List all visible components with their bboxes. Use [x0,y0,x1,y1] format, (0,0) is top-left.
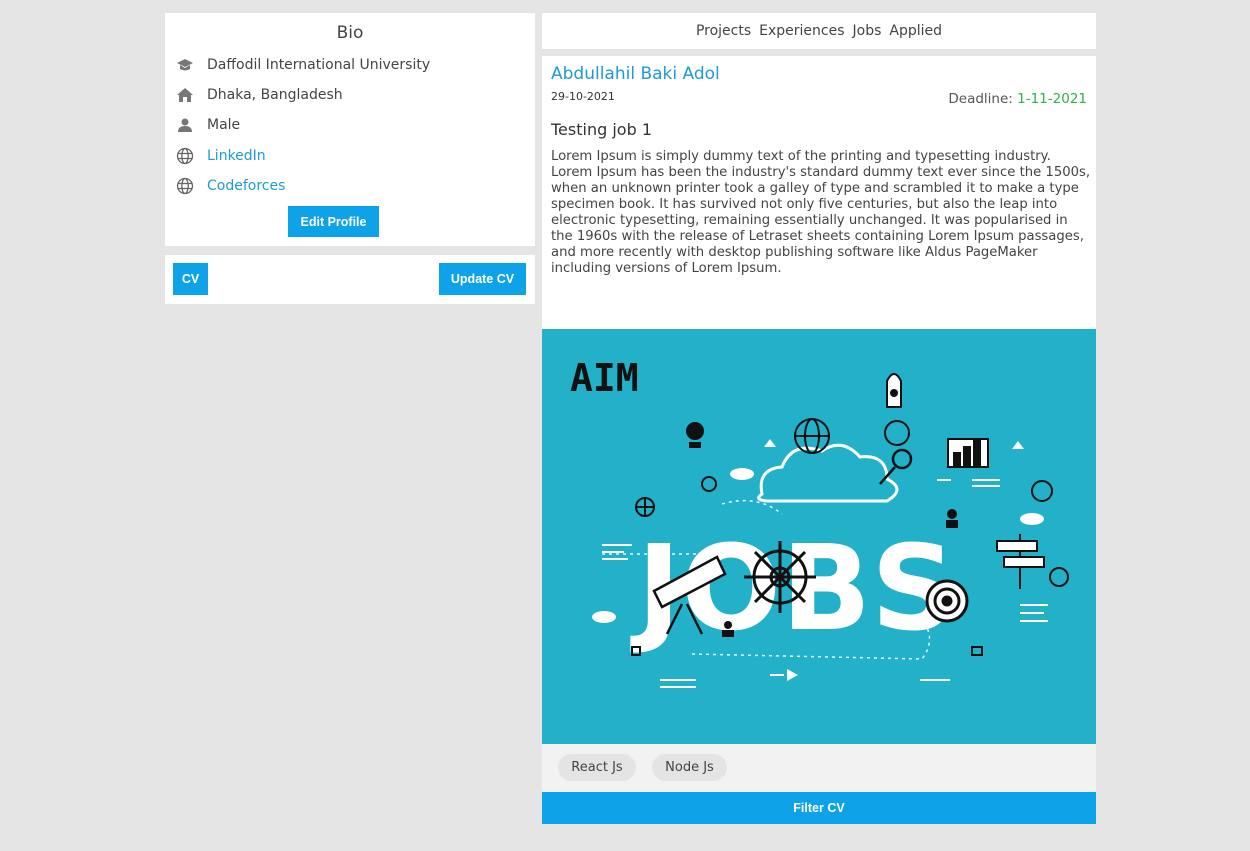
job-description: Lorem Ipsum is simply dummy text of the … [551,149,1091,276]
job-card: Abdullahil Baki Adol 29-10-2021 Deadline… [542,56,1096,824]
bio-codeforces[interactable]: Codeforces [175,175,285,197]
linkedin-link[interactable]: LinkedIn [207,148,266,164]
job-deadline: Deadline: 1-11-2021 [948,91,1087,107]
tag-react-js[interactable]: React Js [558,754,636,781]
gender-text: Male [207,117,241,133]
filter-cv-button[interactable]: Filter CV [542,792,1096,824]
deadline-label: Deadline: [948,91,1018,107]
graduation-cap-icon [175,55,195,75]
tags-bar: React Js Node Js [542,744,1096,792]
job-post-date: 29-10-2021 [551,90,615,103]
home-icon [175,85,195,105]
university-text: Daffodil International University [207,57,431,73]
bio-location: Dhaka, Bangladesh [175,84,343,106]
tag-node-js[interactable]: Node Js [652,754,727,781]
job-author-link[interactable]: Abdullahil Baki Adol [551,64,720,84]
nav-jobs[interactable]: Jobs [853,23,882,39]
profile-nav: Projects Experiences Jobs Applied [542,13,1096,49]
location-text: Dhaka, Bangladesh [207,87,343,103]
cv-button[interactable]: CV [173,263,208,295]
globe-icon [175,146,195,166]
bio-title: Bio [336,23,364,43]
nav-applied[interactable]: Applied [889,23,942,39]
nav-projects[interactable]: Projects [696,23,751,39]
job-image: AIM JOBS [542,329,1096,744]
bio-university: Daffodil International University [175,54,430,76]
update-cv-button[interactable]: Update CV [439,263,526,295]
bio-gender: Male [175,114,240,136]
user-icon [175,115,195,135]
bio-linkedin[interactable]: LinkedIn [175,145,266,167]
deadline-value: 1-11-2021 [1017,91,1087,107]
jobs-illustration: AIM JOBS [542,329,1096,744]
globe-icon [175,176,195,196]
codeforces-link[interactable]: Codeforces [207,178,285,194]
nav-experiences[interactable]: Experiences [759,23,844,39]
edit-profile-button[interactable]: Edit Profile [288,206,379,237]
job-title: Testing job 1 [551,120,652,139]
aim-logo: AIM [570,356,639,400]
